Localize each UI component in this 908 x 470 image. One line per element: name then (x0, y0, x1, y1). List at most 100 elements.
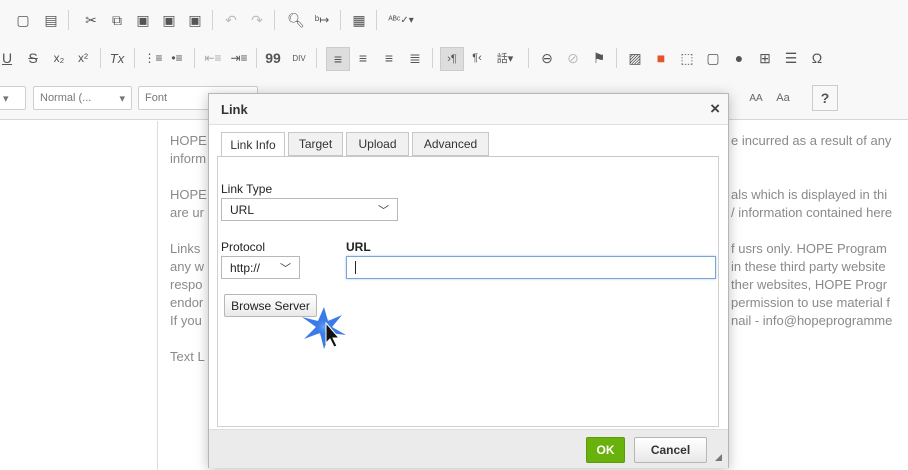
document-text-line: HOPE (170, 133, 207, 148)
tab-upload[interactable]: Upload (346, 132, 409, 156)
table-icon[interactable]: ⊞ (754, 47, 776, 69)
document-text-line: If you (170, 313, 202, 328)
paste-word-icon[interactable]: ▣ (184, 9, 206, 31)
numbered-list-icon[interactable]: ⋮≡ (142, 47, 164, 69)
document-text-line: / information contained here (731, 205, 893, 220)
horizontal-rule-icon[interactable]: ☰ (780, 47, 802, 69)
increase-indent-icon[interactable]: ⇥≡ (228, 47, 250, 69)
iframe-icon[interactable]: ▢ (702, 47, 724, 69)
document-text-line: Text L (170, 349, 205, 364)
paste-icon[interactable]: ▣ (132, 9, 154, 31)
flash-icon[interactable]: ■ (650, 47, 672, 69)
toolbar-separator (134, 48, 135, 68)
chevron-down-icon: ﹀ (378, 205, 389, 217)
help-button[interactable]: ? (812, 85, 838, 111)
html5-video-icon[interactable]: ⬚ (676, 47, 698, 69)
toolbar-row-2: U S x₂ x² Tx ⋮≡ •≡ ⇤≡ ⇥≡ 99 DIV ≡ ≡ ≡ ≣ … (0, 40, 908, 78)
tab-advanced[interactable]: Advanced (412, 132, 489, 156)
find-icon[interactable]: 🔍︎ (285, 9, 307, 31)
document-text-line (170, 222, 207, 240)
format-dropdown[interactable]: Normal (... ▾ (33, 86, 132, 110)
ltr-icon[interactable]: ›¶ (440, 47, 464, 71)
document-text-line: e incurred as a result of any (731, 133, 892, 148)
link-icon[interactable]: ⊖ (536, 47, 558, 69)
align-center-icon[interactable]: ≡ (352, 47, 374, 69)
cut-icon[interactable]: ✂ (80, 9, 102, 31)
format-dropdown-value: Normal (... (40, 92, 92, 104)
anchor-icon[interactable]: ⚑ (588, 47, 610, 69)
document-text-line: permission to use material f (731, 295, 890, 310)
special-char-icon[interactable]: Ω (806, 47, 828, 69)
url-label: URL (346, 240, 371, 254)
remove-format-icon[interactable]: Tx (106, 47, 128, 69)
copy-icon[interactable]: ⧉ (106, 9, 128, 31)
redo-icon[interactable]: ↷ (246, 9, 268, 31)
superscript-icon[interactable]: x² (72, 47, 94, 69)
tab-target[interactable]: Target (288, 132, 343, 156)
document-text-line: endor (170, 295, 204, 310)
protocol-select[interactable]: http:// ﹀ (221, 256, 300, 279)
bulleted-list-icon[interactable]: •≡ (166, 47, 188, 69)
cancel-button[interactable]: Cancel (634, 437, 707, 463)
document-text-right: e incurred as a result of any als which i… (731, 132, 892, 330)
spellcheck-icon[interactable]: ᴬᴮᶜ✓▾ (384, 9, 418, 31)
justify-icon[interactable]: ≣ (404, 47, 426, 69)
preview-icon[interactable]: ▤ (40, 9, 62, 31)
select-all-icon[interactable]: ▦ (348, 9, 370, 31)
link-info-panel (217, 156, 719, 427)
undo-icon[interactable]: ↶ (220, 9, 242, 31)
document-text-line: f usrs only. HOPE Program (731, 241, 887, 256)
document-text-line: are ur (170, 205, 204, 220)
url-input[interactable] (346, 256, 716, 279)
styles-dropdown[interactable]: ▾ (0, 86, 26, 110)
document-text-line: nail - info@hopeprogramme (731, 313, 893, 328)
unlink-icon[interactable]: ⊘ (562, 47, 584, 69)
align-left-icon[interactable]: ≡ (326, 47, 350, 71)
text-caret (355, 261, 356, 274)
resize-handle-icon[interactable] (715, 454, 722, 461)
tab-link-info[interactable]: Link Info (221, 132, 285, 157)
toolbar-separator (316, 48, 317, 68)
toolbar-row-1: ▢ ▤ ✂ ⧉ ▣ ▣ ▣ ↶ ↷ 🔍︎ ᵇ↦ ▦ ᴬᴮᶜ✓▾ (0, 0, 908, 41)
blockquote-icon[interactable]: 99 (262, 47, 284, 69)
toolbar-separator (100, 48, 101, 68)
link-type-label: Link Type (221, 182, 273, 196)
document-text-line (731, 168, 892, 186)
toolbar-separator (340, 10, 341, 30)
toolbar-separator (212, 10, 213, 30)
document-text-line: in these third party website (731, 259, 886, 274)
chevron-down-icon: ﹀ (280, 263, 291, 275)
link-dialog: Link × Link Info Target Upload Advanced … (208, 93, 729, 468)
font-size-increase-button[interactable]: AA (743, 87, 769, 109)
mouse-cursor-icon (302, 307, 346, 349)
toolbar-separator (68, 10, 69, 30)
toolbar-separator (274, 10, 275, 30)
dialog-title-bar[interactable]: Link × (209, 94, 728, 125)
document-text-line: Links (170, 241, 201, 256)
chevron-down-icon: ▾ (119, 92, 125, 105)
image-icon[interactable]: ▨ (624, 47, 646, 69)
document-text-line: any w (170, 259, 204, 274)
ok-button[interactable]: OK (586, 437, 625, 463)
link-type-select[interactable]: URL ﹀ (221, 198, 398, 221)
rtl-icon[interactable]: ¶‹ (466, 47, 488, 69)
language-icon[interactable]: 話▾ (490, 47, 520, 69)
toolbar-separator (432, 48, 433, 68)
dialog-footer: OK Cancel (209, 429, 728, 468)
smiley-icon[interactable]: ● (728, 47, 750, 69)
create-div-icon[interactable]: DIV (288, 47, 310, 69)
document-text-line (170, 330, 207, 348)
font-size-decrease-button[interactable]: Aa (770, 87, 796, 109)
document-text-line: HOPE (170, 187, 207, 202)
decrease-indent-icon[interactable]: ⇤≡ (202, 47, 224, 69)
close-icon[interactable]: × (710, 99, 720, 119)
strikethrough-icon[interactable]: S (22, 47, 44, 69)
replace-icon[interactable]: ᵇ↦ (311, 9, 333, 31)
document-text-line: ther websites, HOPE Progr (731, 277, 888, 292)
paste-text-icon[interactable]: ▣ (158, 9, 180, 31)
new-page-icon[interactable]: ▢ (12, 9, 34, 31)
align-right-icon[interactable]: ≡ (378, 47, 400, 69)
underline-icon[interactable]: U (0, 47, 18, 69)
subscript-icon[interactable]: x₂ (48, 47, 70, 69)
document-text-line (731, 222, 892, 240)
